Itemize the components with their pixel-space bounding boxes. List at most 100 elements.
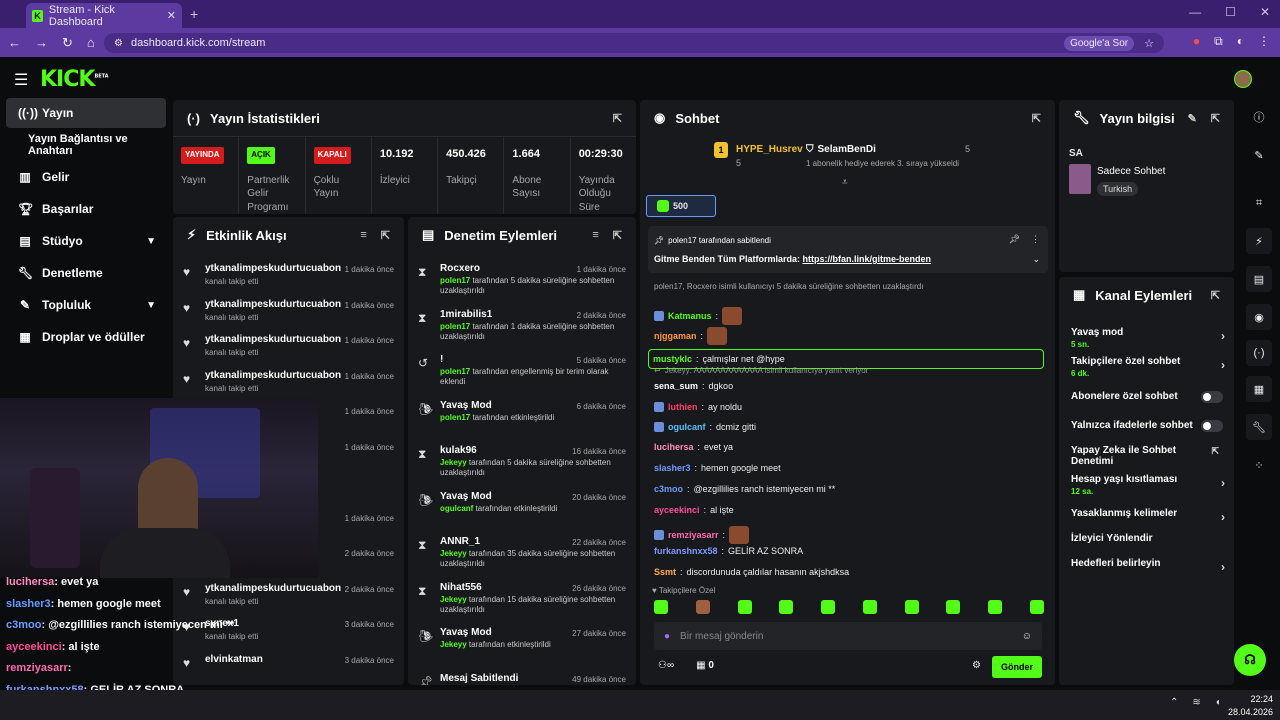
chat-message[interactable]: lucihersa: evet ya [654, 442, 1034, 452]
moderation-item[interactable]: ↺! polen17 tarafından engellenmiş bir ter… [408, 354, 636, 388]
chat-username[interactable]: ogulcanf [668, 422, 706, 432]
activity-item[interactable]: ♥ ytkanalimpeskudurtucuabon kanalı takip e… [173, 263, 404, 286]
extension-red-icon[interactable]: ● [1193, 34, 1200, 49]
sidebar-item-stream-key[interactable]: Yayın Bağlantısı ve Anahtarı [6, 130, 166, 160]
popout-icon[interactable]: ⇱ [1211, 289, 1220, 302]
followers-only-row[interactable]: Takipçilere özel sohbet 6 dk. › [1071, 356, 1225, 378]
unpin-icon[interactable]: 📌︎ [1009, 234, 1020, 245]
back-icon[interactable]: ← [8, 35, 21, 50]
new-tab-icon[interactable]: + [190, 6, 198, 22]
user-avatar[interactable] [1234, 70, 1252, 88]
emote-icon[interactable] [737, 600, 752, 614]
minimize-icon[interactable]: — [1189, 5, 1201, 19]
chat-message[interactable]: furkanshnxx58: GELİR AZ SONRA [654, 546, 1034, 556]
moderator-name[interactable]: Jekeyy [440, 595, 467, 604]
camera-icon[interactable]: ⌗ [1246, 190, 1272, 216]
edit-icon[interactable]: ✎ [1188, 112, 1197, 125]
moderator-name[interactable]: polen17 [440, 322, 470, 331]
chat-username[interactable]: njggaman [654, 331, 697, 341]
chevron-down-icon[interactable]: ⌄ [1032, 254, 1040, 265]
sidebar-item-yayin[interactable]: ((·)) Yayın [6, 98, 166, 128]
emote-icon[interactable] [862, 600, 877, 614]
emote-icon[interactable] [654, 600, 668, 614]
reload-icon[interactable]: ↻ [62, 35, 73, 51]
support-headset-icon[interactable]: ☊ [1234, 644, 1266, 676]
emotes-only-toggle[interactable] [1201, 420, 1223, 432]
moderation-item[interactable]: 🐌︎ Yavaş Mod polen17 tarafından etkinleşti… [408, 400, 636, 423]
wifi-icon[interactable]: ≋ [1192, 697, 1200, 708]
broadcast-icon[interactable]: (·) [1246, 340, 1272, 366]
address-bar[interactable]: ⚙ dashboard.kick.com/stream Google'a Sor… [104, 33, 1164, 53]
emote-icon[interactable] [1029, 600, 1044, 614]
moderator-name[interactable]: Jekeyy [440, 549, 467, 558]
subscribers-only-row[interactable]: Abonelere özel sohbet [1071, 391, 1223, 403]
chat-message[interactable]: sena_sum: dgkoo [654, 381, 1034, 391]
moderation-item[interactable]: ⧗ Rocxero polen17 tarafından 5 dakika süre… [408, 263, 636, 297]
chat-username[interactable]: remziyasarr [668, 530, 719, 540]
moderation-item[interactable]: 🐌︎ Yavaş Mod Jekeyy tarafından etkinleştir… [408, 627, 636, 650]
popout-icon[interactable]: ⇱ [613, 229, 622, 242]
chat-username[interactable]: lucihersa [654, 442, 694, 452]
moderator-name[interactable]: polen17 [440, 276, 470, 285]
emote-icon[interactable] [904, 600, 919, 614]
pinned-link[interactable]: https://bfan.link/gitme-benden [803, 254, 932, 264]
browser-tab[interactable]: K Stream - Kick Dashboard ✕ [26, 3, 182, 28]
filter-icon[interactable]: ≡ [592, 229, 598, 242]
chat-username[interactable]: ayceekinci [654, 505, 700, 515]
maximize-icon[interactable]: ☐ [1225, 5, 1236, 19]
moderation-item[interactable]: ⧗ 1mirabilis1 polen17 tarafından 1 dakika … [408, 309, 636, 343]
more-icon[interactable]: ⋮ [1031, 234, 1040, 245]
chat-message[interactable]: ogulcanf: dcmiz gitti [654, 422, 1034, 432]
expand-icon[interactable]: ⩡ [842, 177, 848, 188]
sidebar-item-basarilar[interactable]: 🏆︎ Başarılar [6, 194, 166, 224]
activity-item[interactable]: ♥ ytkanalimpeskudurtucuabon kanalı takip e… [173, 299, 404, 322]
chat-settings-icon[interactable]: ⚙ [972, 660, 981, 671]
emotes-only-row[interactable]: Yalnızca ifadelerle sohbet [1071, 420, 1223, 432]
pinned-message[interactable]: 📌︎ polen17 tarafından sabitlendi Gitme Be… [648, 226, 1048, 273]
filter-icon[interactable]: ≡ [360, 229, 366, 242]
moderation-item[interactable]: ⧗ Nihat556 Jekeyy tarafından 15 dakika sür… [408, 582, 636, 616]
moderator-name[interactable]: ogulcanf [440, 504, 473, 513]
bookmark-star-icon[interactable]: ☆ [1144, 37, 1154, 50]
subscribers-only-toggle[interactable] [1201, 391, 1223, 403]
forward-icon[interactable]: → [35, 35, 48, 50]
home-icon[interactable]: ⌂ [87, 35, 95, 50]
kick-logo[interactable]: KICKBETA [40, 67, 109, 92]
account-age-row[interactable]: Hesap yaşı kısıtlaması 12 sa. › [1071, 474, 1225, 496]
chat-username[interactable]: furkanshnxx58 [654, 546, 718, 556]
sidebar-item-topluluk[interactable]: ✎ Topluluk ▼ [6, 290, 166, 320]
goals-row[interactable]: Hedefleri belirleyin › [1071, 558, 1225, 574]
chat-message[interactable]: ayceekinci: al işte [654, 505, 1034, 515]
chat-icon[interactable]: ◉ [1246, 304, 1272, 330]
chat-message[interactable]: slasher3: hemen google meet [654, 463, 1034, 473]
hamburger-menu-icon[interactable]: ☰ [14, 70, 28, 90]
chat-message[interactable]: luthien: ay noldu [654, 402, 1034, 412]
emoji-icon[interactable]: ☺ [1022, 631, 1032, 642]
microphone-icon[interactable]: ● [664, 631, 670, 642]
recipient[interactable]: ⛉ SelamBenDi [806, 144, 876, 155]
site-info-icon[interactable]: ⚙ [114, 38, 123, 49]
ai-moderation-row[interactable]: Yapay Zeka ile Sohbet Denetimi ⇱ [1071, 445, 1219, 467]
close-window-icon[interactable]: ✕ [1260, 5, 1270, 19]
send-button[interactable]: Gönder [992, 656, 1042, 678]
chat-username[interactable]: Ssmt [654, 567, 676, 577]
clock[interactable]: 22:24 28.04.2026 [1228, 693, 1273, 718]
chat-message[interactable]: remziyasarr: [654, 526, 1034, 544]
emote-icon[interactable] [821, 600, 836, 614]
emote-icon[interactable] [988, 600, 1003, 614]
chat-username[interactable]: Katmanus [668, 311, 712, 321]
chat-username[interactable]: mustyklc [653, 354, 692, 364]
popout-icon[interactable]: ⇱ [1032, 112, 1041, 125]
apps-icon[interactable]: ⁘ [1246, 452, 1272, 478]
popout-icon[interactable]: ⇱ [613, 112, 622, 125]
moderator-name[interactable]: polen17 [440, 367, 470, 376]
lightning-icon[interactable]: ⚡︎ [1246, 228, 1272, 254]
slow-mode-row[interactable]: Yavaş mod 5 sn. › [1071, 327, 1225, 349]
category-name[interactable]: Sadece Sohbet [1097, 166, 1165, 177]
activity-item[interactable]: ♥ ytkanalimpeskudurtucuabon kanalı takip e… [173, 334, 404, 357]
moderation-item[interactable]: ⧗ kulak96 Jekeyy tarafından 5 dakika sürel… [408, 445, 636, 479]
wrench-icon[interactable]: 🔧︎ [1246, 414, 1272, 440]
profile-icon[interactable]: ◐ [1237, 34, 1244, 49]
volume-icon[interactable]: ◖ [1215, 697, 1221, 708]
emote-icon[interactable] [946, 600, 961, 614]
